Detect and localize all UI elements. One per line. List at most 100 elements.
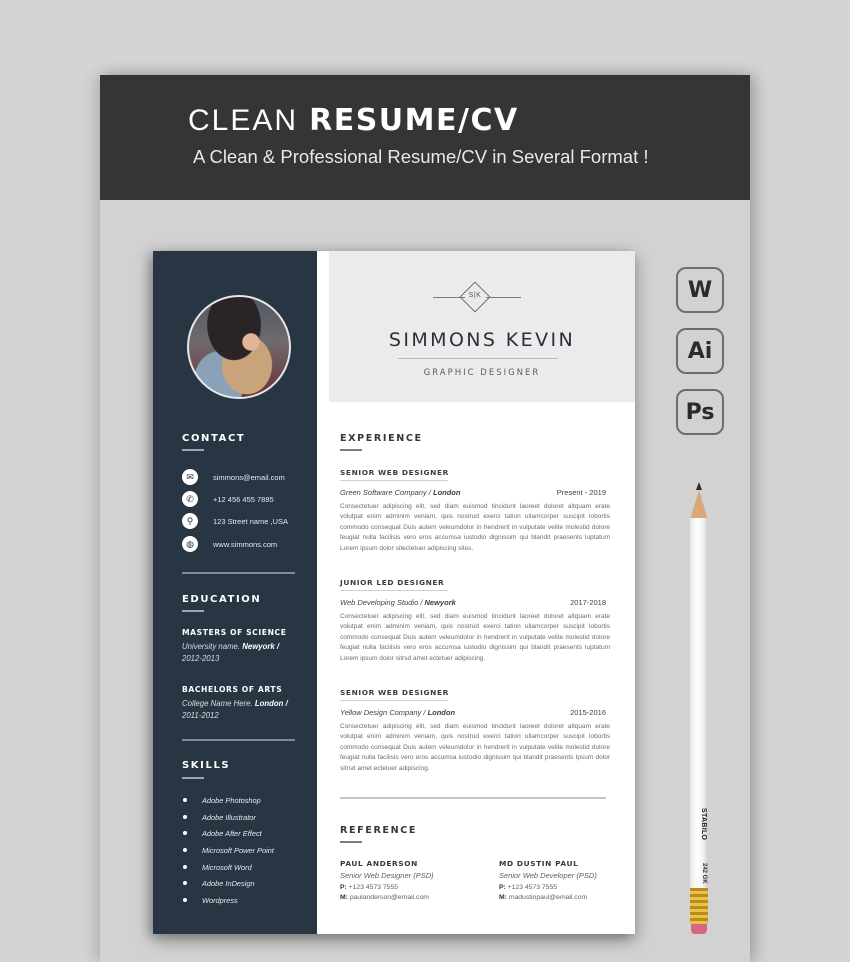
reference-card: MD DUSTIN PAUL Senior Web Developer (PSD…: [499, 859, 639, 904]
resume-header: S|K SIMMONS KEVIN GRAPHIC DESIGNER: [329, 251, 635, 402]
skill-item: Wordpress: [182, 895, 238, 905]
skill-item: Microsoft Word: [182, 862, 252, 872]
reference-card: PAUL ANDERSON Senior Web Designer (PSD) …: [340, 859, 480, 904]
email-value[interactable]: paulanderson@email.com: [350, 894, 429, 901]
education-details: University name. Newyork / 2012-2013: [182, 641, 302, 665]
skill-item: Microsoft Power Point: [182, 845, 274, 855]
skill-label: Adobe Illustrator: [202, 812, 256, 822]
job-title: SENIOR WEB DESIGNER: [340, 688, 449, 697]
email-icon: ✉: [182, 469, 198, 485]
job-city: London: [432, 488, 461, 497]
contact-item-email: ✉ simmons@email.com: [182, 469, 285, 485]
contact-item-address: ⚲ 123 Street name ,USA: [182, 513, 288, 529]
job-title-rule: [340, 480, 448, 481]
email-label: M:: [340, 894, 348, 901]
job-dates: 2015-2016: [570, 708, 606, 717]
banner-title: CLEAN RESUME/CV: [188, 103, 519, 138]
job-title-rule: [340, 700, 448, 701]
resume-role: GRAPHIC DESIGNER: [423, 368, 541, 378]
skill-item: Adobe InDesign: [182, 878, 255, 888]
banner: CLEAN RESUME/CV A Clean & Professional R…: [100, 75, 750, 200]
job-company: Yellow Design Company / London: [340, 708, 455, 717]
illustrator-icon: Ai: [676, 328, 724, 374]
reference-role: Senior Web Developer (PSD): [499, 871, 597, 880]
bullet-icon: [183, 798, 187, 802]
word-icon: W: [676, 267, 724, 313]
contact-email[interactable]: simmons@email.com: [213, 473, 285, 482]
education-divider: [182, 739, 295, 741]
contact-divider: [182, 572, 295, 574]
location-pin-icon: ⚲: [182, 513, 198, 529]
education-years: 2012-2013: [182, 654, 220, 663]
skill-label: Adobe InDesign: [202, 878, 255, 888]
reference-underline: [340, 841, 362, 843]
education-degree: MASTERS OF SCIENCE: [182, 628, 287, 637]
reference-heading: REFERENCE: [340, 825, 418, 836]
reference-phone: P: +123 4573 7555: [499, 884, 639, 894]
job-company-name: Yellow Design Company /: [340, 708, 426, 717]
pencil-body: STABILO 242 GK: [690, 518, 708, 888]
phone-value: +123 4573 7555: [348, 884, 399, 891]
reference-role: Senior Web Designer (PSD): [340, 871, 434, 880]
skill-label: Wordpress: [202, 895, 238, 905]
job-dates: 2017-2018: [570, 598, 606, 607]
photoshop-icon: Ps: [676, 389, 724, 435]
skills-heading: SKILLS: [182, 760, 231, 771]
bullet-icon: [183, 848, 187, 852]
name-divider: [398, 358, 558, 359]
contact-item-website: ◍ www.simmons.com: [182, 536, 277, 552]
reference-email: M: paulanderson@email.com: [340, 894, 480, 904]
phone-icon: ✆: [182, 491, 198, 507]
pencil-tip: [690, 490, 708, 520]
skill-item: Adobe After Effect: [182, 828, 262, 838]
skill-item: Adobe Illustrator: [182, 812, 256, 822]
pencil-eraser: [691, 924, 707, 934]
experience-underline: [340, 449, 362, 451]
education-details: College Name Here. London / 2011-2012: [182, 698, 302, 722]
job-company-name: Green Software Company /: [340, 488, 431, 497]
banner-subtitle: A Clean & Professional Resume/CV in Seve…: [193, 146, 649, 167]
job-dates: Present - 2019: [556, 488, 606, 497]
education-school: University name.: [182, 642, 241, 651]
contact-item-phone: ✆ +12 456 455 7885: [182, 491, 274, 507]
reference-email: M: madustinpaul@email.com: [499, 894, 639, 904]
bullet-icon: [183, 898, 187, 902]
contact-website[interactable]: www.simmons.com: [213, 540, 277, 549]
pencil-illustration: STABILO 242 GK: [689, 482, 711, 938]
resume-document: CONTACT ✉ simmons@email.com ✆ +12 456 45…: [153, 251, 635, 934]
banner-title-light: CLEAN: [188, 104, 299, 137]
reference-name: MD DUSTIN PAUL: [499, 859, 579, 868]
monogram: S|K: [468, 292, 482, 299]
education-degree: BACHELORS OF ARTS: [182, 685, 283, 694]
education-underline: [182, 610, 204, 612]
reference-name: PAUL ANDERSON: [340, 859, 418, 868]
job-title: SENIOR WEB DESIGNER: [340, 468, 449, 477]
skills-underline: [182, 777, 204, 779]
banner-title-bold: RESUME/CV: [309, 103, 519, 138]
phone-label: P:: [499, 884, 506, 891]
job-title: JUNIOR LED DESIGNER: [340, 578, 445, 587]
skill-label: Adobe Photoshop: [202, 795, 261, 805]
contact-address: 123 Street name ,USA: [213, 516, 289, 526]
bullet-icon: [183, 831, 187, 835]
reference-phone: P: +123 4573 7555: [340, 884, 480, 894]
pencil-ferrule: [690, 888, 708, 924]
contact-underline: [182, 449, 204, 451]
phone-value: +123 4573 7555: [507, 884, 558, 891]
contact-phone: +12 456 455 7885: [213, 494, 274, 504]
job-company: Web Developing Studio / Newyork: [340, 598, 456, 607]
skill-label: Microsoft Power Point: [202, 845, 274, 855]
bullet-icon: [183, 865, 187, 869]
email-value[interactable]: madustinpaul@email.com: [509, 894, 587, 901]
resume-name: SIMMONS KEVIN: [388, 329, 576, 351]
resume-sidebar: CONTACT ✉ simmons@email.com ✆ +12 456 45…: [153, 251, 317, 934]
bullet-icon: [183, 881, 187, 885]
job-city: London: [427, 708, 456, 717]
skill-label: Adobe After Effect: [202, 828, 262, 838]
globe-icon: ◍: [182, 536, 198, 552]
education-school: College Name Here.: [182, 699, 253, 708]
job-title-rule: [340, 590, 448, 591]
skill-label: Microsoft Word: [202, 862, 252, 872]
job-city: Newyork: [424, 598, 456, 607]
education-years: 2011-2012: [182, 711, 219, 720]
